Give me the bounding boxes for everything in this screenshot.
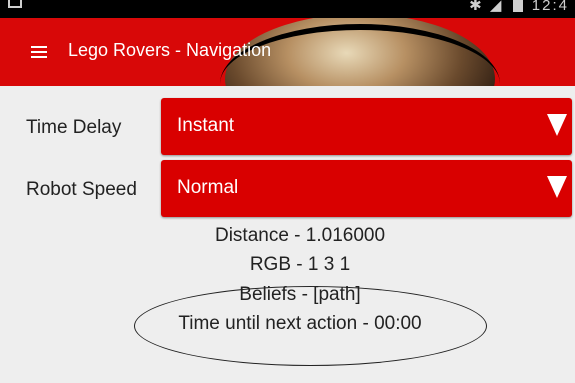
robot-speed-dropdown[interactable]: Normal — [161, 160, 572, 217]
status-time: 12:4 — [531, 0, 569, 14]
annotation-oval — [134, 286, 487, 366]
distance-text: Distance - 1.016000 — [214, 225, 386, 246]
dropdown-arrow-icon — [547, 114, 567, 136]
dropdown-arrow-icon — [547, 176, 567, 198]
hamburger-menu-icon[interactable] — [31, 45, 47, 59]
time-delay-dropdown[interactable]: Instant — [161, 98, 572, 155]
rgb-text: RGB - 1 3 1 — [249, 254, 351, 275]
battery-icon — [512, 0, 523, 12]
app-bar: Lego Rovers - Navigation — [0, 18, 575, 86]
robot-speed-value: Normal — [177, 177, 239, 198]
bluetooth-icon: ✱ — [469, 0, 484, 14]
signal-icon: ◢ — [489, 0, 504, 14]
robot-speed-label: Robot Speed — [26, 179, 137, 200]
app-title: Lego Rovers - Navigation — [68, 40, 272, 60]
screenshot-icon — [8, 0, 22, 8]
time-delay-value: Instant — [177, 115, 235, 136]
status-icons: ✱ ◢ 12:4 — [469, 0, 569, 14]
status-bar: ✱ ◢ 12:4 — [0, 0, 575, 18]
time-delay-label: Time Delay — [26, 117, 122, 138]
